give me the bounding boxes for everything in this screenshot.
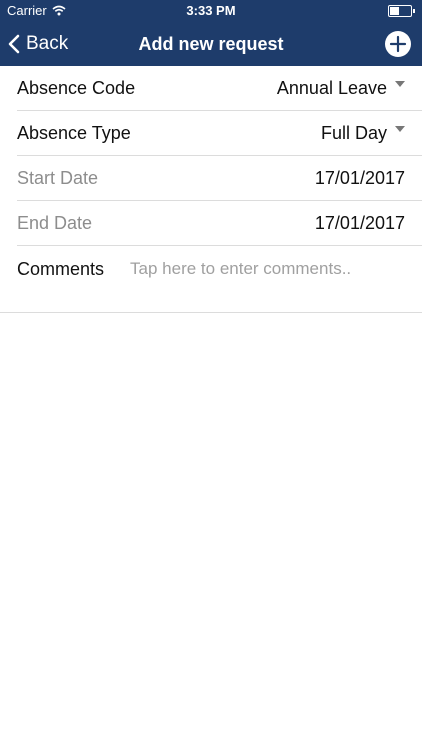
absence-type-row[interactable]: Absence Type Full Day (17, 111, 422, 156)
absence-type-label: Absence Type (17, 122, 131, 143)
absence-code-row[interactable]: Absence Code Annual Leave (17, 66, 422, 111)
status-time: 3:33 PM (186, 3, 236, 18)
absence-type-select[interactable]: Full Day (321, 123, 422, 144)
end-date-label: End Date (17, 212, 93, 233)
form-divider (0, 312, 422, 313)
comments-label: Comments (17, 259, 105, 279)
start-date-label: Start Date (17, 167, 99, 188)
absence-code-label: Absence Code (17, 77, 136, 98)
start-date-value[interactable]: 17/01/2017 (315, 168, 422, 189)
end-date-value[interactable]: 17/01/2017 (315, 213, 422, 234)
battery-icon (388, 5, 415, 17)
caret-down-icon (395, 126, 405, 132)
plus-circle-icon[interactable] (384, 30, 412, 58)
caret-down-icon (395, 81, 405, 87)
absence-type-value: Full Day (320, 122, 387, 143)
comments-row: Comments (17, 246, 422, 313)
absence-code-select[interactable]: Annual Leave (277, 78, 422, 99)
page-title: Add new request (138, 34, 284, 54)
end-date-row[interactable]: End Date 17/01/2017 (17, 201, 422, 246)
comments-field[interactable] (130, 259, 381, 279)
status-bar: Carrier 3:33 PM (0, 0, 422, 22)
navigation-bar: Back Add new request (0, 22, 422, 66)
absence-code-value: Annual Leave (276, 77, 387, 98)
start-date-row[interactable]: Start Date 17/01/2017 (17, 156, 422, 201)
request-form: Absence Code Annual Leave Absence Type F… (0, 66, 422, 313)
